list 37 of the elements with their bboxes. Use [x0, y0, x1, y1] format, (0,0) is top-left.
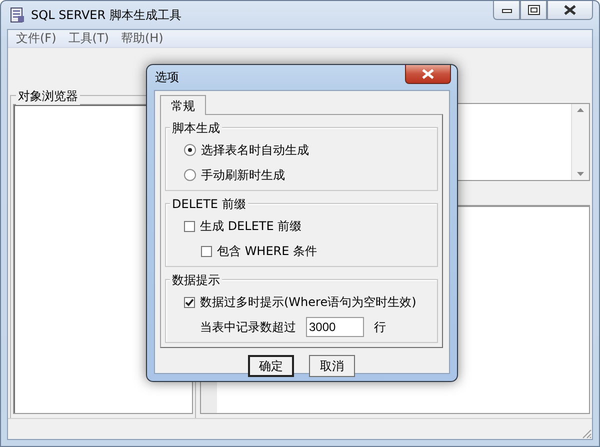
checkbox[interactable] — [184, 296, 195, 308]
scroll-down-icon — [577, 172, 584, 176]
maximize-button[interactable] — [520, 1, 547, 20]
dialog-button[interactable]: 确定 — [248, 355, 294, 377]
minimize-button[interactable] — [493, 1, 520, 20]
close-button[interactable] — [547, 1, 593, 20]
close-button[interactable] — [405, 65, 451, 84]
window-title: SQL SERVER 脚本生成工具 — [31, 6, 182, 24]
minimize-icon — [502, 7, 512, 13]
resize-grip-icon — [580, 427, 592, 439]
radio-label: 选择表名时自动生成 — [201, 142, 309, 158]
menu-item[interactable]: 帮助(H) — [114, 30, 170, 47]
field-label: 当表中记录数超过 — [200, 318, 296, 336]
group-title: 脚本生成 — [170, 120, 222, 137]
group-title: 数据提示 — [170, 272, 222, 289]
panel-title: 对象浏览器 — [16, 88, 80, 105]
scroll-up-icon — [577, 108, 584, 112]
checkbox[interactable] — [201, 246, 212, 256]
tab[interactable]: 常规 — [160, 95, 206, 115]
radio-button[interactable] — [184, 144, 196, 156]
dialog-button[interactable]: 取消 — [309, 355, 355, 377]
maximize-icon — [528, 5, 540, 15]
unit-label: 行 — [374, 318, 386, 336]
menu-item[interactable]: 文件(F) — [10, 30, 62, 47]
dialog-title: 选项 — [155, 69, 179, 86]
app-icon — [9, 7, 25, 23]
checkbox-label: 数据过多时提示(Where语句为空时生效) — [200, 294, 416, 310]
checkbox-label: 生成 DELETE 前缀 — [200, 218, 302, 234]
close-icon — [422, 69, 434, 79]
menu-item[interactable]: 工具(T) — [62, 30, 115, 47]
scrollbar[interactable] — [571, 104, 589, 180]
checkbox-label: 包含 WHERE 条件 — [217, 242, 318, 260]
close-icon — [564, 5, 576, 15]
input-field[interactable]: 3000 — [306, 317, 364, 337]
radio-button[interactable] — [184, 169, 196, 181]
checkbox[interactable] — [184, 220, 195, 232]
radio-label: 手动刷新时生成 — [201, 166, 285, 184]
